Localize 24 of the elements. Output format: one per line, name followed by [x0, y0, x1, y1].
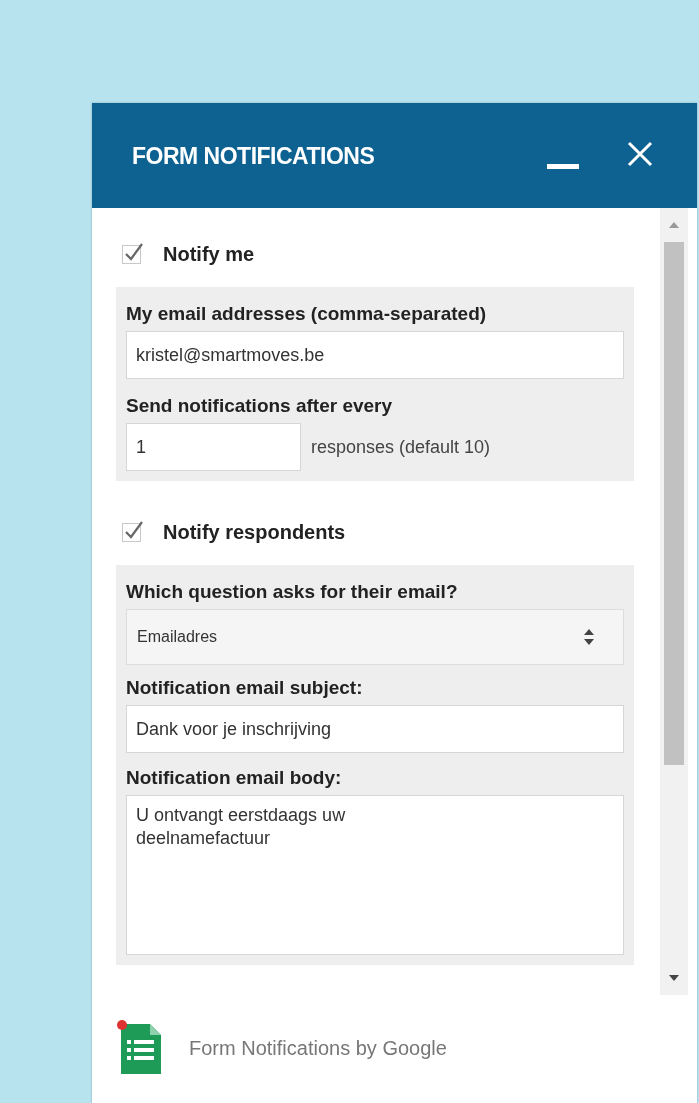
- checkbox[interactable]: [122, 244, 141, 264]
- scroll-thumb[interactable]: [664, 242, 684, 765]
- subject-field[interactable]: Dank voor je inschrijving: [126, 705, 624, 753]
- field-label: Send notifications after every: [126, 395, 394, 417]
- email-field[interactable]: kristel@smartmoves.be: [126, 331, 624, 379]
- minimize-icon[interactable]: [547, 163, 579, 170]
- frequency-field[interactable]: 1: [126, 423, 301, 471]
- scroll-down-icon[interactable]: [669, 975, 679, 981]
- sort-arrows-icon: [583, 627, 595, 647]
- checkbox-label[interactable]: Notify respondents: [163, 520, 346, 544]
- body-field[interactable]: U ontvangt eerstdaags uw deelnamefactuur: [126, 795, 624, 955]
- close-icon[interactable]: [627, 140, 653, 167]
- checkbox-label[interactable]: Notify me: [163, 242, 255, 266]
- sheets-icon: [117, 1020, 163, 1076]
- question-select[interactable]: Emailadres: [126, 609, 624, 665]
- field-label: Notification email subject:: [126, 677, 364, 699]
- scrollbar[interactable]: [660, 208, 688, 995]
- field-label: Which question asks for their email?: [126, 581, 459, 603]
- field-label: Notification email body:: [126, 767, 343, 789]
- field-suffix: responses (default 10): [311, 436, 491, 458]
- field-label: My email addresses (comma-separated): [126, 303, 488, 325]
- checkbox[interactable]: [122, 522, 141, 542]
- footer-text: Form Notifications by Google: [189, 1036, 447, 1060]
- panel-title: FORM NOTIFICATIONS: [132, 142, 376, 170]
